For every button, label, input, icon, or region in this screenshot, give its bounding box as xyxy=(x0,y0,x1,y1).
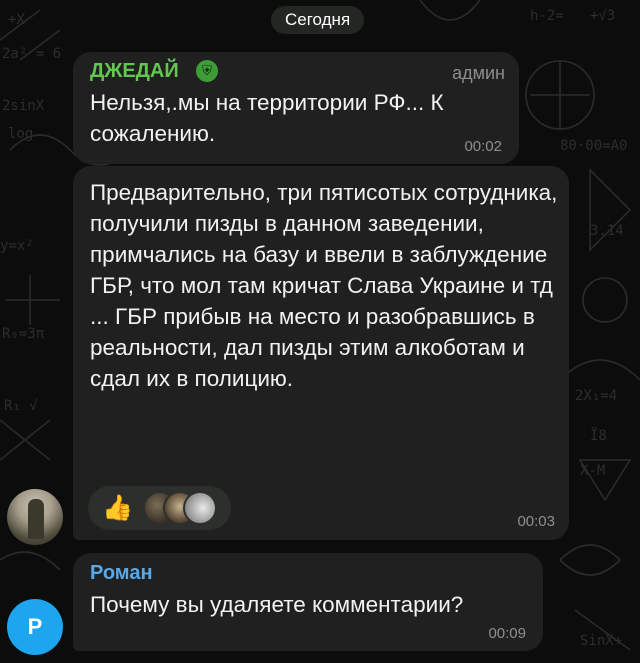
message-time: 00:03 xyxy=(517,513,555,530)
soldier-figure xyxy=(28,499,44,539)
message-time: 00:09 xyxy=(488,625,526,642)
author-name[interactable]: ДЖЕДАЙ xyxy=(90,60,179,83)
svg-text:Ї8: Ї8 xyxy=(590,426,607,444)
message-text: Почему вы удаляете комментарии? xyxy=(90,592,464,617)
svg-text:h-2=: h-2= xyxy=(530,8,564,24)
svg-text:X-M: X-M xyxy=(580,463,605,479)
svg-text:+√3: +√3 xyxy=(590,8,615,24)
thumbs-up-icon: 👍 xyxy=(102,494,134,522)
sender-avatar[interactable] xyxy=(7,489,63,545)
reaction-pill[interactable]: 👍 xyxy=(88,486,231,530)
svg-text:80·00=A0: 80·00=A0 xyxy=(560,138,627,154)
svg-text:+X: +X xyxy=(8,12,25,28)
svg-text:R₁ √: R₁ √ xyxy=(4,398,38,414)
svg-text:SinX+: SinX+ xyxy=(580,633,622,649)
author-name[interactable]: Роман xyxy=(90,562,153,585)
svg-text:3.14: 3.14 xyxy=(590,223,624,239)
message-bubble[interactable]: Роман Почему вы удаляете комментарии? 00… xyxy=(73,553,543,651)
svg-text:2a² = 6: 2a² = 6 xyxy=(2,46,61,62)
date-separator: Сегодня xyxy=(271,6,365,34)
message-bubble[interactable]: ДЖЕДАЙ ⛨ админ Нельзя,.мы на территории … xyxy=(73,52,519,164)
message-time: 00:02 xyxy=(464,138,502,155)
message-text: Нельзя,.мы на территории РФ... К сожален… xyxy=(90,90,444,146)
sender-avatar[interactable]: Р xyxy=(7,599,63,655)
svg-text:R₀=3π: R₀=3π xyxy=(2,326,45,342)
reactor-avatar xyxy=(183,491,217,525)
svg-text:2X₁=4: 2X₁=4 xyxy=(575,388,617,404)
svg-text:2sinX: 2sinX xyxy=(2,98,45,114)
message-text: Предварительно, три пятисотых сотрудника… xyxy=(90,180,558,391)
svg-text:log: log xyxy=(8,126,33,142)
admin-badge: админ xyxy=(452,63,505,83)
verified-shield-icon: ⛨ xyxy=(196,60,218,82)
message-bubble[interactable]: Предварительно, три пятисотых сотрудника… xyxy=(73,166,569,540)
svg-text:y=x²: y=x² xyxy=(0,238,34,254)
